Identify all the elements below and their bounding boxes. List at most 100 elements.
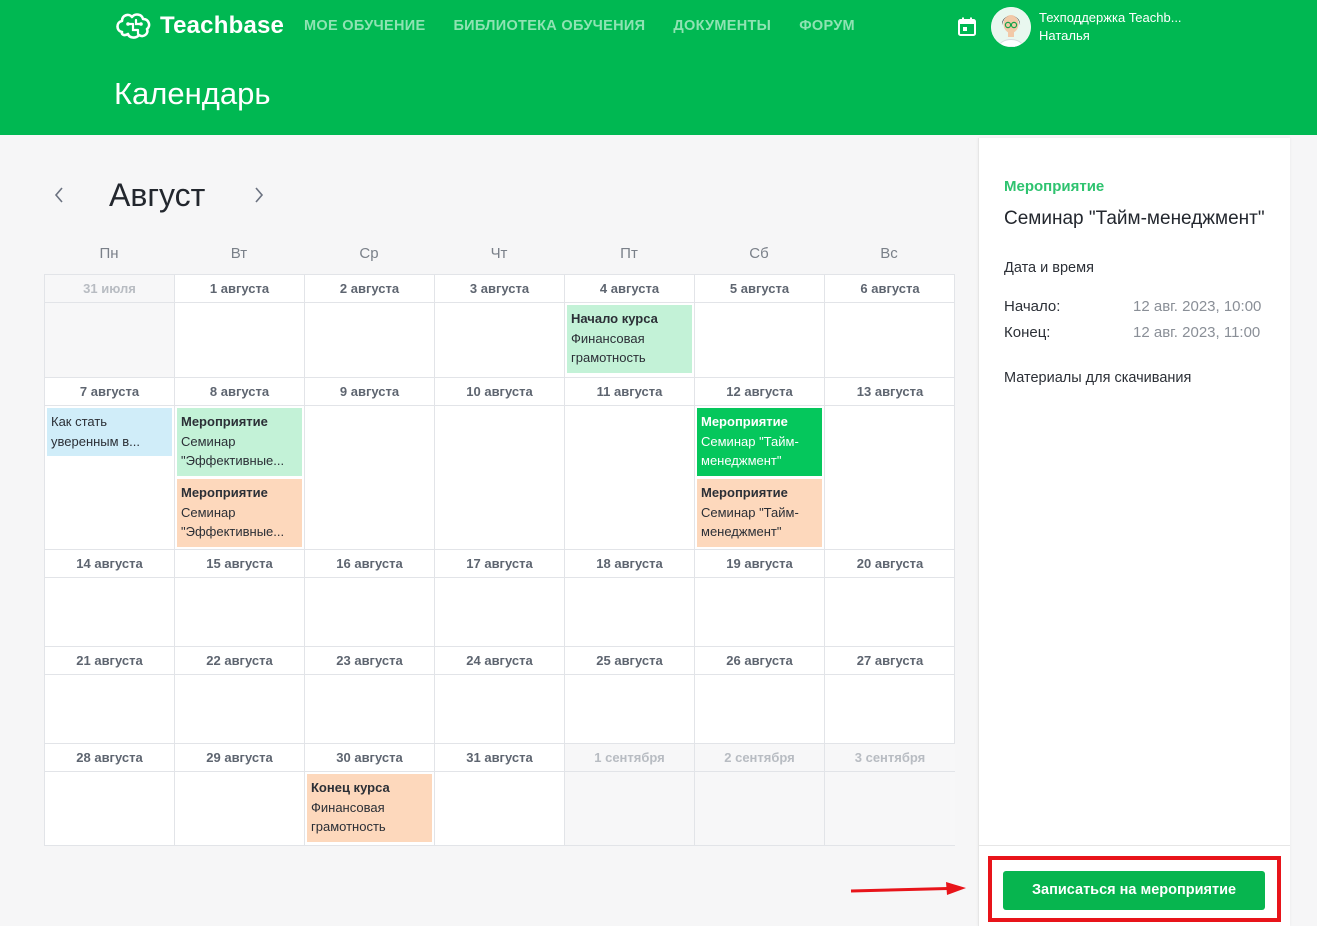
calendar-event[interactable]: Мероприятие Семинар "Тайм-менеджмент" xyxy=(697,408,822,476)
calendar-day-cell[interactable]: 1 августа xyxy=(175,275,305,377)
calendar-day-cell[interactable]: 17 августа xyxy=(435,550,565,646)
calendar-day-cell[interactable]: 28 августа xyxy=(45,744,175,845)
calendar-event[interactable]: Как стать уверенным в... xyxy=(47,408,172,456)
logo[interactable]: Teachbase xyxy=(114,10,284,42)
day-date-label: 2 сентября xyxy=(695,744,824,772)
calendar-icon[interactable] xyxy=(956,16,978,38)
day-date-label: 13 августа xyxy=(825,378,955,406)
day-date-label: 25 августа xyxy=(565,647,694,675)
calendar-day-cell[interactable]: 9 августа xyxy=(305,378,435,549)
calendar-day-cell[interactable]: 19 августа xyxy=(695,550,825,646)
calendar-week-row: 28 августа 29 августа 30 августа Конец курс… xyxy=(45,744,955,845)
event-details-panel: Мероприятие Семинар "Тайм-менеджмент" Да… xyxy=(978,138,1290,926)
calendar-day-cell[interactable]: 26 августа xyxy=(695,647,825,743)
day-date-label: 17 августа xyxy=(435,550,564,578)
calendar-day-cell[interactable]: 30 августа Конец курса Финансовая грамотно… xyxy=(305,744,435,845)
calendar-event[interactable]: Мероприятие Семинар "Тайм-менеджмент" xyxy=(697,479,822,547)
user-avatar-icon xyxy=(991,7,1031,47)
calendar-day-cell[interactable]: 18 августа xyxy=(565,550,695,646)
day-date-label: 5 августа xyxy=(695,275,824,303)
calendar-event[interactable]: Мероприятие Семинар "Эффективные... xyxy=(177,479,302,547)
event-subtitle: Финансовая грамотность xyxy=(571,330,646,366)
calendar-day-cell[interactable]: 3 сентября xyxy=(825,744,955,845)
day-date-label: 8 августа xyxy=(175,378,304,406)
day-date-label: 4 августа xyxy=(565,275,694,303)
calendar-day-cell[interactable]: 2 сентября xyxy=(695,744,825,845)
next-month-chevron-icon[interactable] xyxy=(250,182,268,208)
calendar-day-cell[interactable]: 23 августа xyxy=(305,647,435,743)
month-title: Август xyxy=(109,177,206,213)
calendar-grid: 31 июля 1 августа 2 августа 3 августа 4 авгу… xyxy=(44,274,955,846)
calendar-day-cell[interactable]: 14 августа xyxy=(45,550,175,646)
event-subtitle: Семинар "Эффективные... xyxy=(181,504,285,540)
day-date-label: 12 августа xyxy=(695,378,824,406)
day-date-label: 27 августа xyxy=(825,647,955,675)
calendar-day-cell[interactable]: 31 августа xyxy=(435,744,565,845)
day-date-label: 16 августа xyxy=(305,550,434,578)
calendar-event[interactable]: Мероприятие Семинар "Эффективные... xyxy=(177,408,302,476)
calendar-day-cell[interactable]: 15 августа xyxy=(175,550,305,646)
calendar-day-cell[interactable]: 24 августа xyxy=(435,647,565,743)
calendar-day-cell[interactable]: 6 августа xyxy=(825,275,955,377)
weekday-header: Пн xyxy=(99,245,119,262)
event-subtitle: Как стать уверенным в... xyxy=(51,414,140,449)
day-date-label: 7 августа xyxy=(45,378,174,406)
register-event-button[interactable]: Записаться на мероприятие xyxy=(1003,871,1265,910)
calendar-day-cell[interactable]: 2 августа xyxy=(305,275,435,377)
calendar-day-cell[interactable]: 7 августа Как стать уверенным в... xyxy=(45,378,175,549)
calendar-day-cell[interactable]: 1 сентября xyxy=(565,744,695,845)
event-subtitle: Финансовая грамотность xyxy=(311,799,386,835)
calendar-day-cell[interactable]: 29 августа xyxy=(175,744,305,845)
day-date-label: 1 августа xyxy=(175,275,304,303)
calendar-day-cell[interactable]: 10 августа xyxy=(435,378,565,549)
top-header: Teachbase МОЕ ОБУЧЕНИЕ БИБЛИОТЕКА ОБУЧЕН… xyxy=(0,0,1317,135)
calendar-event[interactable]: Конец курса Финансовая грамотность xyxy=(307,774,432,842)
calendar-day-cell[interactable]: 11 августа xyxy=(565,378,695,549)
calendar-day-cell[interactable]: 16 августа xyxy=(305,550,435,646)
nav-my-learning[interactable]: МОЕ ОБУЧЕНИЕ xyxy=(304,18,425,34)
page-title: Календарь xyxy=(114,76,271,111)
datetime-heading: Дата и время xyxy=(1004,260,1094,276)
day-date-label: 9 августа xyxy=(305,378,434,406)
day-date-label: 22 августа xyxy=(175,647,304,675)
calendar-day-cell[interactable]: 21 августа xyxy=(45,647,175,743)
event-subtitle: Семинар "Тайм-менеджмент" xyxy=(701,504,799,540)
day-date-label: 6 августа xyxy=(825,275,955,303)
calendar-day-cell[interactable]: 4 августа Начало курса Финансовая грамотно… xyxy=(565,275,695,377)
calendar-week-row: 21 августа 22 августа 23 августа 24 августа… xyxy=(45,647,955,744)
calendar-day-cell[interactable]: 12 августа Мероприятие Семинар "Тайм-менед… xyxy=(695,378,825,549)
divider xyxy=(979,845,1290,846)
day-date-label: 19 августа xyxy=(695,550,824,578)
prev-month-chevron-icon[interactable] xyxy=(50,182,68,208)
nav-forum[interactable]: ФОРУМ xyxy=(799,18,855,34)
calendar-event[interactable]: Начало курса Финансовая грамотность xyxy=(567,305,692,373)
calendar-day-cell[interactable]: 3 августа xyxy=(435,275,565,377)
weekday-header: Ср xyxy=(359,245,379,262)
start-label: Начало: xyxy=(1004,298,1061,315)
end-value: 12 авг. 2023, 11:00 xyxy=(1133,324,1261,341)
calendar-day-cell[interactable]: 13 августа xyxy=(825,378,955,549)
brain-logo-icon xyxy=(116,13,151,39)
calendar-day-cell[interactable]: 20 августа xyxy=(825,550,955,646)
user-subname: Наталья xyxy=(1039,28,1090,43)
calendar-day-cell[interactable]: 25 августа xyxy=(565,647,695,743)
materials-heading: Материалы для скачивания xyxy=(1004,370,1192,386)
calendar-day-cell[interactable]: 8 августа Мероприятие Семинар "Эффективные… xyxy=(175,378,305,549)
weekday-header: Вт xyxy=(230,245,248,262)
day-date-label: 15 августа xyxy=(175,550,304,578)
day-date-label: 18 августа xyxy=(565,550,694,578)
calendar-day-cell[interactable]: 22 августа xyxy=(175,647,305,743)
calendar-day-cell[interactable]: 27 августа xyxy=(825,647,955,743)
calendar-day-cell[interactable]: 31 июля xyxy=(45,275,175,377)
avatar[interactable] xyxy=(991,7,1031,47)
nav-learning-library[interactable]: БИБЛИОТЕКА ОБУЧЕНИЯ xyxy=(453,18,645,34)
end-label: Конец: xyxy=(1004,324,1051,341)
day-date-label: 3 сентября xyxy=(825,744,955,772)
calendar-day-cell[interactable]: 5 августа xyxy=(695,275,825,377)
start-value: 12 авг. 2023, 10:00 xyxy=(1133,298,1262,315)
day-date-label: 26 августа xyxy=(695,647,824,675)
user-info[interactable]: Техподдержка Teachb... Наталья xyxy=(1039,9,1182,45)
calendar-week-row: 31 июля 1 августа 2 августа 3 августа 4 авгу… xyxy=(45,275,955,378)
weekday-header: Пт xyxy=(620,245,638,262)
nav-documents[interactable]: ДОКУМЕНТЫ xyxy=(673,18,771,34)
